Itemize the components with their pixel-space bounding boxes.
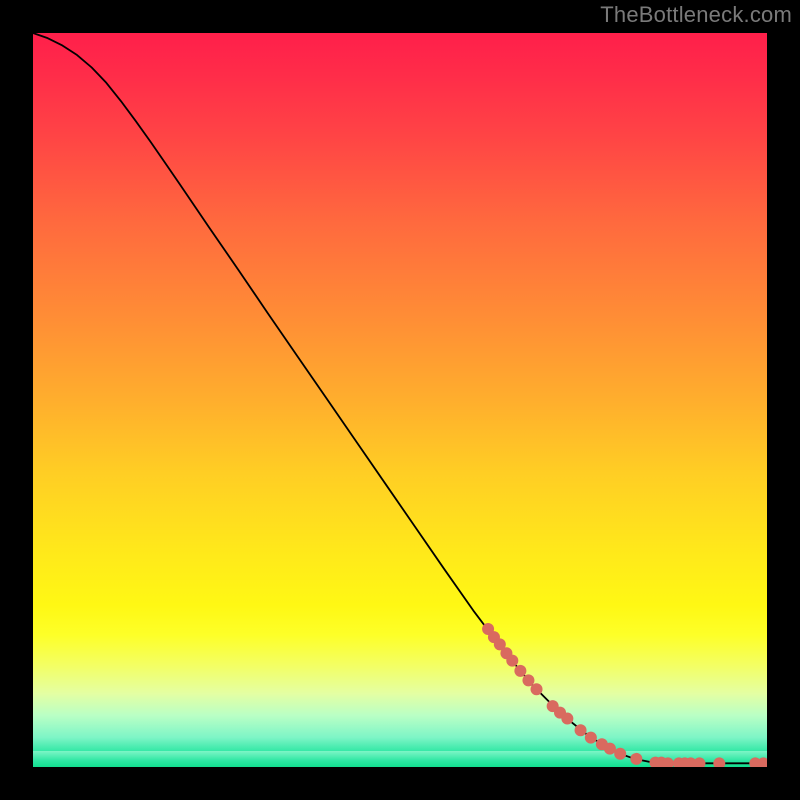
data-marker — [522, 674, 534, 686]
data-marker — [531, 683, 543, 695]
bottleneck-curve — [33, 33, 767, 763]
data-marker — [506, 655, 518, 667]
data-marker — [575, 724, 587, 736]
data-marker — [604, 743, 616, 755]
data-marker — [514, 665, 526, 677]
chart-svg — [33, 33, 767, 767]
plot-area — [33, 33, 767, 767]
data-markers — [482, 623, 767, 767]
data-marker — [713, 757, 725, 767]
data-marker — [693, 757, 705, 767]
watermark-text: TheBottleneck.com — [600, 2, 792, 28]
data-marker — [561, 713, 573, 725]
data-marker — [585, 732, 597, 744]
data-marker — [614, 748, 626, 760]
data-marker — [630, 753, 642, 765]
